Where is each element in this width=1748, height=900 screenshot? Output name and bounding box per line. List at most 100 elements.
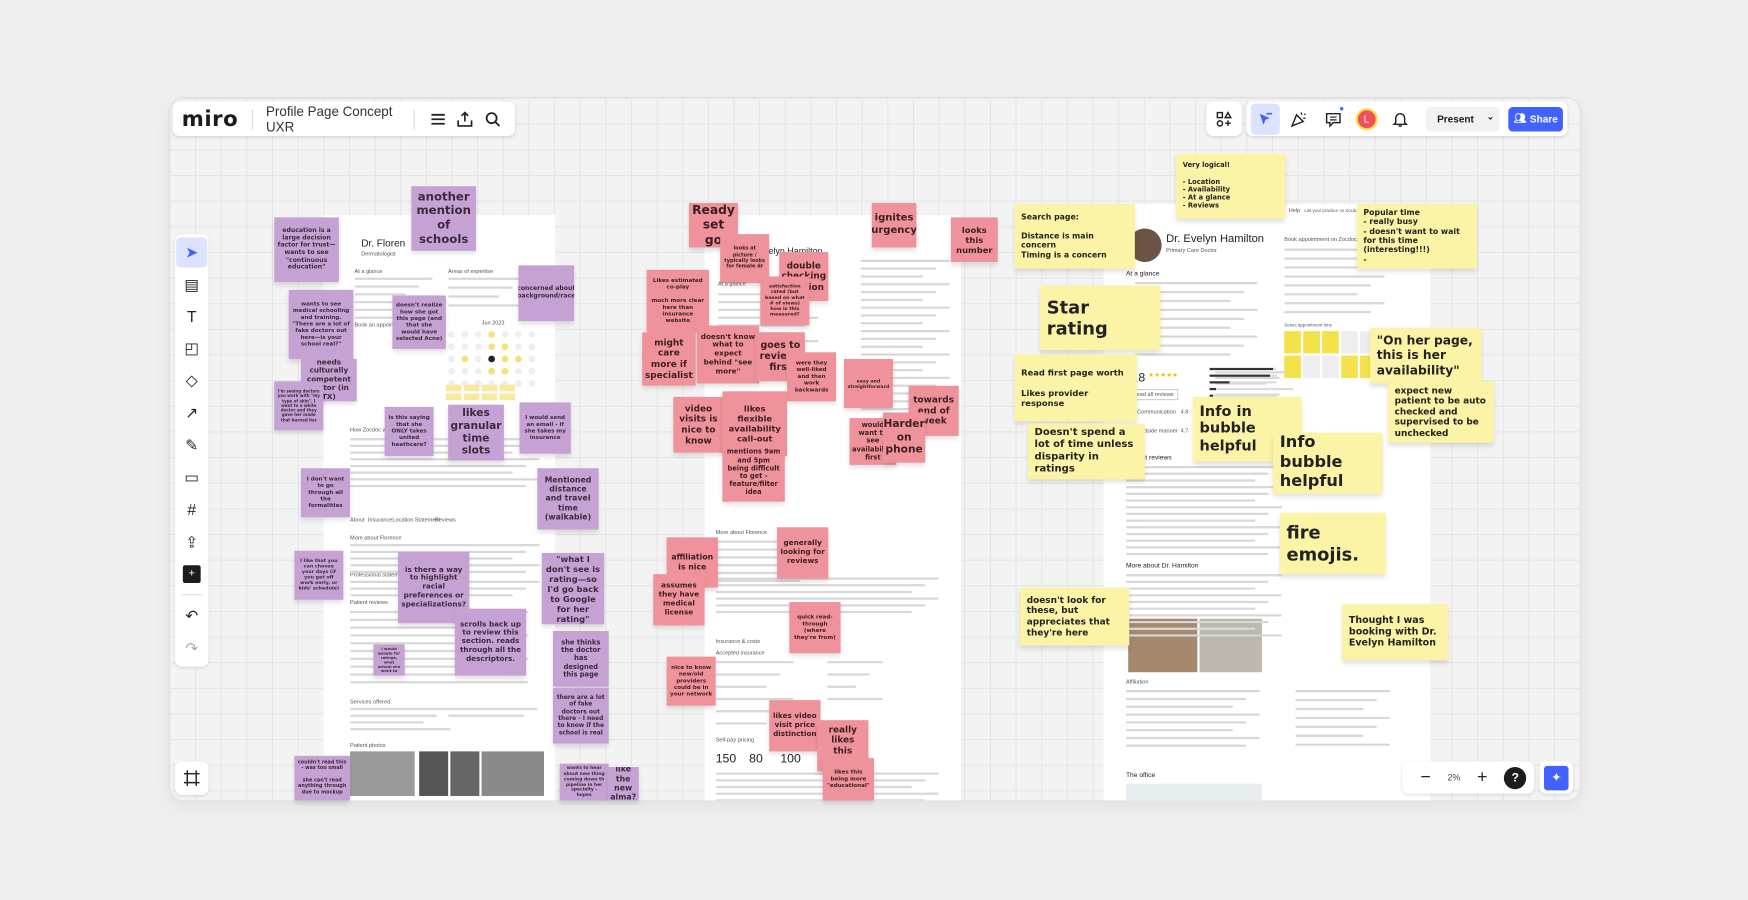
frames-panel-icon[interactable] — [176, 765, 207, 792]
calendar-day[interactable] — [515, 380, 522, 387]
calendar-day[interactable] — [474, 343, 482, 351]
sticky-note-icon[interactable]: ◰ — [176, 334, 207, 364]
calendar-day[interactable] — [461, 367, 469, 375]
templates-icon[interactable]: ▤ — [176, 270, 207, 300]
sticky-note-pink[interactable]: generally looking for reviews — [777, 527, 829, 579]
sticky-note-purple[interactable]: "what I don't see is rating—so I'd go ba… — [541, 552, 605, 625]
sticky-note-yellow[interactable]: Doesn't spend a lot of time unless dispa… — [1027, 423, 1145, 480]
avatar[interactable]: L — [1352, 103, 1381, 134]
present-button[interactable]: Present ⌄ — [1425, 106, 1500, 131]
sticky-note-pink[interactable]: likes this being more "educational" — [822, 758, 875, 801]
time-slot[interactable] — [1284, 355, 1301, 378]
sticky-note-pink[interactable]: Likes estimated co-play much more clear … — [646, 269, 710, 333]
sticky-note-pink[interactable]: nice to know new/old providers could be … — [666, 656, 716, 706]
sticky-note-purple[interactable]: like the new alma? — [607, 766, 639, 801]
sticky-note-purple[interactable]: I'm seeing doctors you work with "my typ… — [274, 381, 324, 431]
notifications-bell-icon[interactable] — [1386, 103, 1415, 134]
tab[interactable]: Reviews — [435, 517, 456, 524]
sticky-note-pink[interactable]: looks this number — [950, 217, 998, 262]
calendar-day[interactable] — [501, 367, 509, 375]
calendar-day[interactable] — [528, 367, 536, 375]
time-slot[interactable] — [481, 384, 498, 392]
help-button[interactable]: ? — [1504, 766, 1527, 789]
sticky-note-purple[interactable]: I like that you can choose your days (if… — [294, 550, 344, 600]
board-title[interactable]: Profile Page Concept UXR — [266, 103, 405, 134]
calendar-day[interactable] — [488, 343, 495, 351]
calendar-day[interactable] — [474, 355, 482, 363]
sticky-note-yellow[interactable]: doesn't look for these, but appreciates … — [1020, 587, 1130, 646]
time-slot[interactable] — [1341, 331, 1358, 354]
tab[interactable]: Insurance — [368, 517, 392, 524]
menu-icon[interactable] — [424, 103, 451, 134]
sticky-note-purple[interactable]: education is a large decision factor for… — [274, 217, 339, 283]
calendar-day[interactable] — [461, 343, 469, 351]
sticky-note-pink[interactable]: doesn't know what to expect behind "see … — [696, 325, 760, 384]
sticky-note-yellow[interactable]: Info bubble helpful — [1273, 432, 1383, 494]
sticky-note-pink[interactable]: were they well-liked and then work backw… — [787, 352, 837, 402]
calendar-day[interactable] — [515, 331, 522, 338]
comment-icon[interactable]: ▭ — [176, 463, 207, 493]
sticky-note-pink[interactable]: likes video visit price distinction — [769, 700, 821, 752]
sticky-note-pink[interactable]: Harder on phone — [882, 412, 926, 463]
time-slot[interactable] — [481, 393, 498, 401]
calendar-day[interactable] — [474, 367, 482, 375]
sticky-note-purple[interactable]: doesn't realize how she got this page (a… — [392, 295, 446, 349]
calendar-day[interactable] — [501, 343, 509, 351]
shapes-apps-icon[interactable] — [1208, 103, 1239, 134]
time-slot[interactable] — [1322, 331, 1339, 354]
time-slot[interactable] — [499, 384, 516, 392]
sticky-note-purple[interactable]: scrolls back up to review this section. … — [454, 608, 527, 676]
calendar-day[interactable] — [488, 367, 495, 375]
sticky-note-purple[interactable]: I would google for ratings, what school … — [373, 644, 405, 676]
sticky-note-yellow[interactable]: Search page: Distance is main concern Ti… — [1014, 204, 1135, 269]
sticky-note-pink[interactable]: easy and straightforward — [843, 358, 893, 409]
miro-logo[interactable]: miro — [182, 106, 239, 131]
cursor-follow-icon[interactable] — [1250, 103, 1281, 135]
time-slot[interactable] — [1303, 355, 1320, 378]
calendar-day[interactable] — [474, 331, 482, 338]
sticky-note-purple[interactable]: couldn't read this - was too small she c… — [294, 755, 351, 801]
tab[interactable]: Location — [392, 517, 413, 524]
sticky-note-yellow[interactable]: expect new patient to be auto checked an… — [1387, 381, 1494, 443]
sticky-note-pink[interactable]: might care more if specialist — [642, 332, 696, 386]
time-slot[interactable] — [463, 393, 480, 401]
sticky-note-purple[interactable]: is this saying that she ONLY takes unite… — [384, 406, 434, 456]
calendar-day[interactable] — [488, 331, 495, 338]
calendar-day[interactable] — [448, 367, 455, 375]
add-icon[interactable]: + — [176, 559, 207, 589]
time-slot[interactable] — [499, 393, 516, 401]
calendar-day[interactable] — [448, 355, 455, 363]
calendar-day[interactable] — [501, 355, 509, 363]
calendar-day[interactable] — [448, 343, 455, 351]
calendar-day[interactable] — [528, 331, 536, 338]
tab[interactable]: About — [350, 517, 365, 524]
calendar-day[interactable] — [515, 355, 522, 363]
time-slot[interactable] — [1322, 355, 1339, 378]
sticky-note-purple[interactable]: likes granular time slots — [448, 404, 504, 461]
arrow-icon[interactable]: ↗ — [176, 398, 207, 428]
sticky-note-purple[interactable]: I would send an email - if she takes my … — [519, 402, 571, 454]
sticky-note-yellow[interactable]: "On her page, this is her availability" — [1370, 327, 1482, 384]
calendar-day[interactable] — [501, 331, 509, 338]
sticky-note-pink[interactable]: video visits is nice to know — [673, 396, 724, 453]
comments-icon[interactable] — [1318, 103, 1347, 134]
time-slot[interactable] — [445, 393, 462, 401]
search-icon[interactable] — [479, 103, 506, 134]
sticky-note-yellow[interactable]: Popular time - really busy - doesn't wan… — [1356, 204, 1478, 269]
zoom-out-button[interactable]: − — [1410, 762, 1441, 793]
sticky-note-purple[interactable]: concerned about background/race — [518, 265, 575, 322]
undo-icon[interactable]: ↶ — [176, 601, 207, 631]
redo-icon[interactable]: ↷ — [176, 633, 207, 663]
time-slot[interactable] — [1303, 331, 1320, 354]
calendar-day[interactable] — [448, 331, 455, 338]
sticky-note-purple[interactable]: another mention of schools — [411, 186, 477, 251]
office-map[interactable] — [1125, 783, 1262, 801]
calendar-day[interactable] — [515, 367, 522, 375]
sticky-note-pink[interactable]: assumes they have medical license — [653, 574, 705, 626]
chevron-down-icon[interactable]: ⌄ — [1487, 111, 1494, 121]
calendar-day[interactable] — [515, 343, 522, 351]
export-icon[interactable] — [451, 103, 478, 134]
sticky-note-purple[interactable]: she thinks the doctor has designed this … — [552, 630, 609, 687]
frame-icon[interactable]: # — [176, 495, 207, 525]
sticky-note-purple[interactable]: wants to hear about new thing coming dow… — [559, 763, 609, 801]
